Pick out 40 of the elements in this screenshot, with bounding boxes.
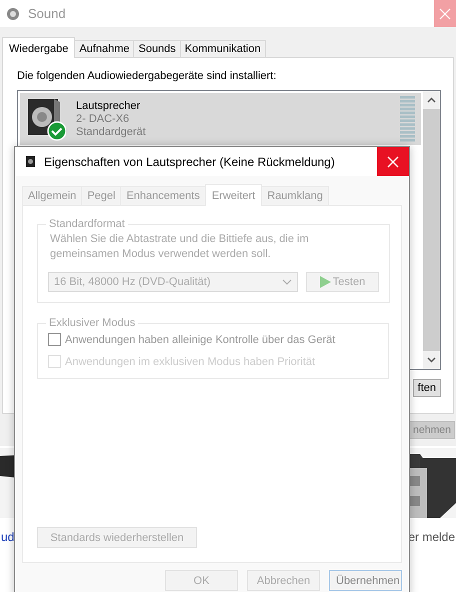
dialog-title: Eigenschaften von Lautsprecher (Keine Rückmeldung) xyxy=(44,154,336,168)
tab[interactable]: Erweitert xyxy=(204,184,262,206)
tab[interactable]: Pegel xyxy=(81,186,122,205)
format-dropdown[interactable]: 16 Bit, 48000 Hz (DVD-Qualität) xyxy=(48,272,298,292)
checkbox-label: Anwendungen haben alleinige Kontrolle über das Gerät xyxy=(65,334,336,346)
device-name: Lautsprecher xyxy=(76,100,142,112)
tab[interactable]: Kommunikation xyxy=(180,40,266,57)
apply-button[interactable]: nehmen xyxy=(409,421,455,439)
tab[interactable]: Wiedergabe xyxy=(2,37,76,58)
device-item[interactable]: Lautsprecher 2- DAC-X6 Standardgerät xyxy=(20,93,421,145)
dialog-button[interactable]: Übernehmen xyxy=(329,570,402,591)
properties-button[interactable]: ften xyxy=(412,379,441,397)
tab[interactable]: Raumklang xyxy=(261,186,329,205)
device-model: 2- DAC-X6 xyxy=(76,112,130,126)
window-title: Sound xyxy=(28,6,67,21)
close-button[interactable] xyxy=(434,0,456,27)
play-icon xyxy=(320,276,331,288)
instruction-text: Die folgenden Audiowiedergabegeräte sind installiert: xyxy=(17,70,278,82)
chevron-down-icon xyxy=(282,279,292,285)
dialog-button[interactable]: Abbrechen xyxy=(247,570,320,591)
page-link[interactable]: ud xyxy=(1,530,14,544)
close-icon xyxy=(439,8,451,20)
scroll-down-icon[interactable] xyxy=(427,357,436,363)
speaker-icon xyxy=(25,155,37,168)
device-status: Standardgerät xyxy=(76,126,147,138)
close-icon xyxy=(387,156,399,168)
tab[interactable]: Enhancements xyxy=(120,186,206,205)
scroll-up-icon[interactable] xyxy=(427,97,436,103)
level-meter-icon xyxy=(400,96,415,142)
tab[interactable]: Allgemein xyxy=(22,186,82,205)
group-title: Standardformat xyxy=(48,218,126,230)
group-title: Exklusiver Modus xyxy=(48,317,136,329)
restore-defaults-button[interactable]: Standards wiederherstellen xyxy=(37,527,197,548)
checkbox[interactable] xyxy=(48,333,61,346)
close-button[interactable] xyxy=(377,147,409,176)
format-description: Wählen Sie die Abtastrate und die Bittiefe aus, die im gemeinsamen Modus verwendet werden soll. xyxy=(50,232,310,262)
speaker-icon xyxy=(6,6,20,20)
scrollbar[interactable] xyxy=(423,91,440,369)
test-button[interactable]: Testen xyxy=(306,272,379,292)
dialog-button[interactable]: OK xyxy=(165,570,238,591)
